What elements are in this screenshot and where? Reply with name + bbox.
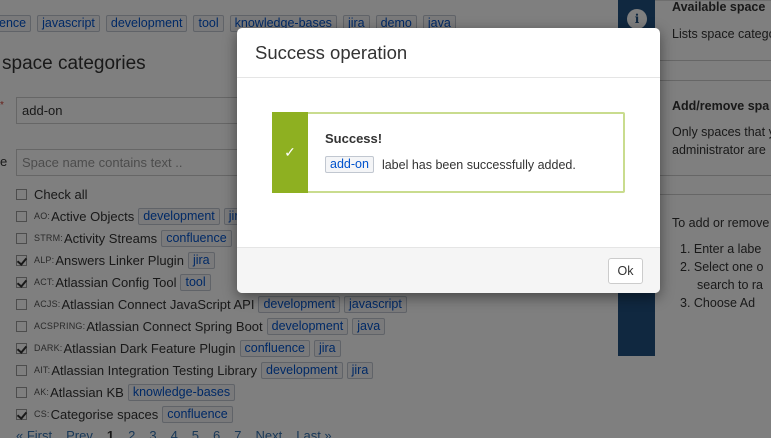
dialog-header: Success operation <box>237 28 660 78</box>
success-text: label has been successfully added. <box>381 157 576 172</box>
dialog-footer: Ok <box>237 247 660 293</box>
dialog-title: Success operation <box>255 41 408 63</box>
success-dialog: Success operation ✓ Success! add-on labe… <box>237 28 660 293</box>
success-title: Success! <box>325 131 383 146</box>
success-strip: ✓ <box>272 112 308 193</box>
success-detail: add-on label has been successfully added… <box>325 156 576 173</box>
success-message-body: Success! add-on label has been successfu… <box>308 114 576 191</box>
check-icon: ✓ <box>284 144 296 160</box>
added-label-badge[interactable]: add-on <box>325 156 374 173</box>
ok-button[interactable]: Ok <box>608 258 643 284</box>
success-message: ✓ Success! add-on label has been success… <box>272 112 625 193</box>
